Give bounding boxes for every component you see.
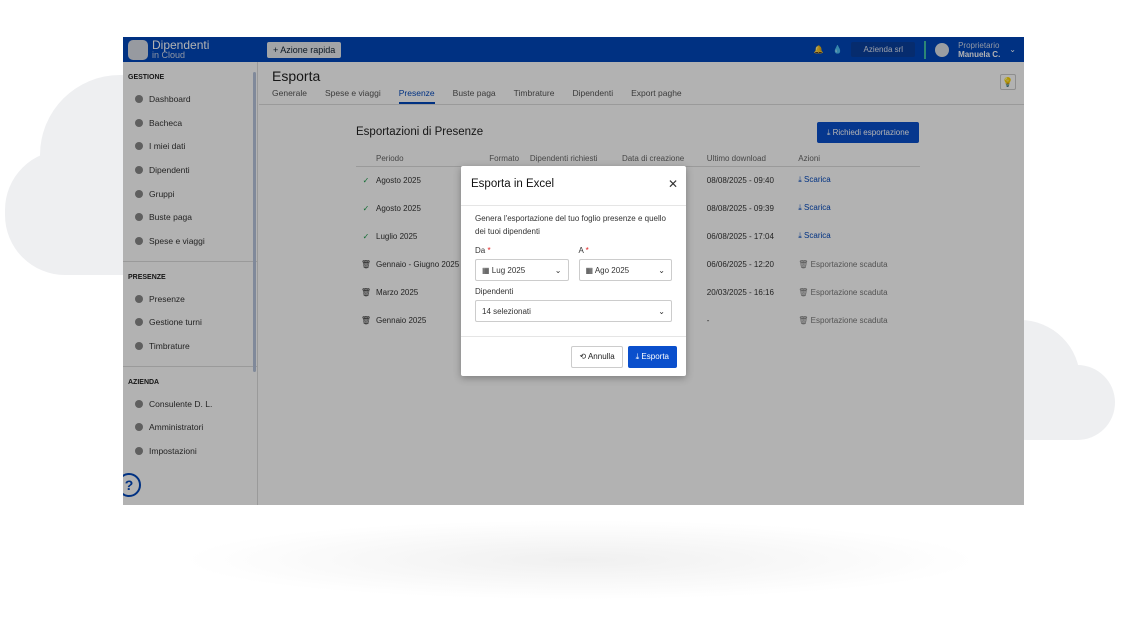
to-month-select[interactable]: ▦ Ago 2025 ⌄ [578,259,672,281]
modal-title: Esporta in Excel [471,178,555,190]
cancel-button[interactable]: ⟲ Annulla [571,345,623,368]
calendar-icon: ▦ [482,265,490,275]
from-month-select[interactable]: ▦ Lug 2025 ⌄ [475,259,569,281]
export-modal: Esporta in Excel ✕ Genera l'esportazione … [461,166,686,376]
modal-description: Genera l'esportazione del tuo foglio pre… [475,214,666,236]
chevron-down-icon: ⌄ [658,306,665,316]
decor-shadow [180,520,980,600]
chevron-down-icon: ⌄ [554,265,562,275]
close-icon[interactable]: ✕ [668,177,678,191]
chevron-down-icon: ⌄ [658,265,665,275]
app-window: Dipendenti in Cloud + Azione rapida 🔔 💧 A… [123,37,1024,505]
export-button[interactable]: ⤓ Esporta [627,345,677,368]
calendar-icon: ▦ [585,265,594,275]
employees-select[interactable]: 14 selezionati ⌄ [475,300,672,322]
